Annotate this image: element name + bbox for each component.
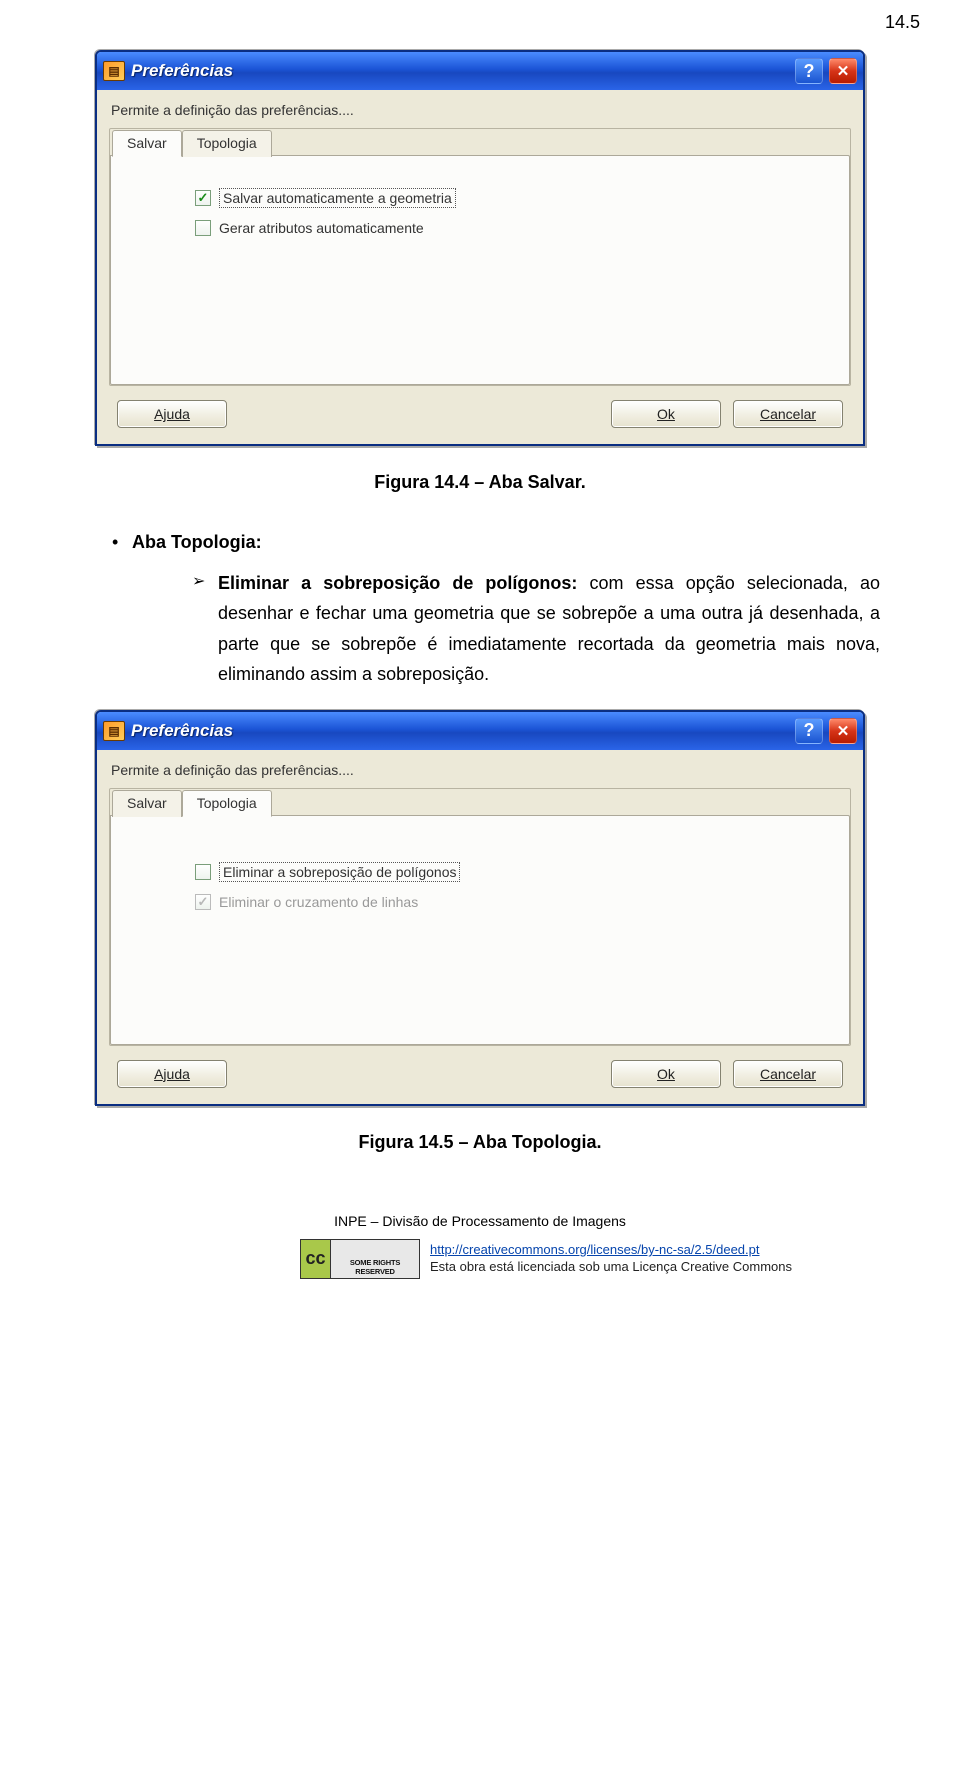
cc-badge: cc SOME RIGHTS RESERVED <box>300 1239 420 1279</box>
help-icon[interactable]: ? <box>795 718 823 744</box>
checkbox-label-auto-attr: Gerar atributos automaticamente <box>219 220 424 236</box>
cancel-button[interactable]: Cancelar <box>733 1060 843 1088</box>
tab-salvar[interactable]: Salvar <box>112 130 182 157</box>
help-button-label: Ajuda <box>154 1066 190 1082</box>
ok-button[interactable]: Ok <box>611 400 721 428</box>
titlebar[interactable]: ▤ Preferências ? ✕ <box>97 52 863 90</box>
ok-button[interactable]: Ok <box>611 1060 721 1088</box>
preferences-dialog-salvar: ▤ Preferências ? ✕ Permite a definição d… <box>95 50 865 446</box>
app-icon: ▤ <box>103 61 125 81</box>
cancel-button[interactable]: Cancelar <box>733 400 843 428</box>
checkbox-label-elim-poly: Eliminar a sobreposição de polígonos <box>219 862 460 882</box>
page-number: 14.5 <box>885 12 920 33</box>
app-icon: ▤ <box>103 721 125 741</box>
tab-panel-salvar: Salvar automaticamente a geometria Gerar… <box>110 155 850 385</box>
tab-panel-topologia: Eliminar a sobreposição de polígonos Eli… <box>110 815 850 1045</box>
dialog-description: Permite a definição das preferências.... <box>111 762 849 778</box>
figure-caption-1: Figura 14.4 – Aba Salvar. <box>80 472 880 493</box>
bullet-list: Aba Topologia: Eliminar a sobreposição d… <box>108 527 880 690</box>
tab-topologia[interactable]: Topologia <box>182 130 272 157</box>
bullet-aba-topologia: Aba Topologia: Eliminar a sobreposição d… <box>108 527 880 690</box>
cc-text: http://creativecommons.org/licenses/by-n… <box>430 1242 792 1276</box>
help-icon[interactable]: ? <box>795 58 823 84</box>
cc-badge-text: SOME RIGHTS RESERVED <box>331 1240 419 1278</box>
footer-org: INPE – Divisão de Processamento de Image… <box>80 1213 880 1229</box>
window-title: Preferências <box>131 61 789 81</box>
tab-salvar[interactable]: Salvar <box>112 790 182 817</box>
tab-topologia[interactable]: Topologia <box>182 790 272 817</box>
help-button[interactable]: Ajuda <box>117 400 227 428</box>
chevron-item-eliminar-sobreposicao: Eliminar a sobreposição de polígonos: co… <box>192 568 880 690</box>
ok-button-label: Ok <box>657 406 675 422</box>
help-button[interactable]: Ajuda <box>117 1060 227 1088</box>
close-icon[interactable]: ✕ <box>829 58 857 84</box>
checkbox-auto-attr[interactable] <box>195 220 211 236</box>
figure-caption-2: Figura 14.5 – Aba Topologia. <box>80 1132 880 1153</box>
cancel-button-label: Cancelar <box>760 406 816 422</box>
item-label: Eliminar a sobreposição de polígonos: <box>218 573 577 593</box>
checkbox-elim-poly[interactable] <box>195 864 211 880</box>
cc-link[interactable]: http://creativecommons.org/licenses/by-n… <box>430 1242 760 1257</box>
close-icon[interactable]: ✕ <box>829 718 857 744</box>
checkbox-label-auto-save: Salvar automaticamente a geometria <box>219 188 456 208</box>
titlebar[interactable]: ▤ Preferências ? ✕ <box>97 712 863 750</box>
dialog-description: Permite a definição das preferências.... <box>111 102 849 118</box>
checkbox-elim-lines <box>195 894 211 910</box>
cc-license-line: Esta obra está licenciada sob uma Licenç… <box>430 1259 792 1274</box>
window-title: Preferências <box>131 721 789 741</box>
help-button-label: Ajuda <box>154 406 190 422</box>
preferences-dialog-topologia: ▤ Preferências ? ✕ Permite a definição d… <box>95 710 865 1106</box>
section-heading: Aba Topologia: <box>132 532 262 552</box>
cc-badge-icon: cc <box>301 1240 331 1278</box>
cancel-button-label: Cancelar <box>760 1066 816 1082</box>
ok-button-label: Ok <box>657 1066 675 1082</box>
checkbox-label-elim-lines: Eliminar o cruzamento de linhas <box>219 894 418 910</box>
checkbox-auto-save[interactable] <box>195 190 211 206</box>
